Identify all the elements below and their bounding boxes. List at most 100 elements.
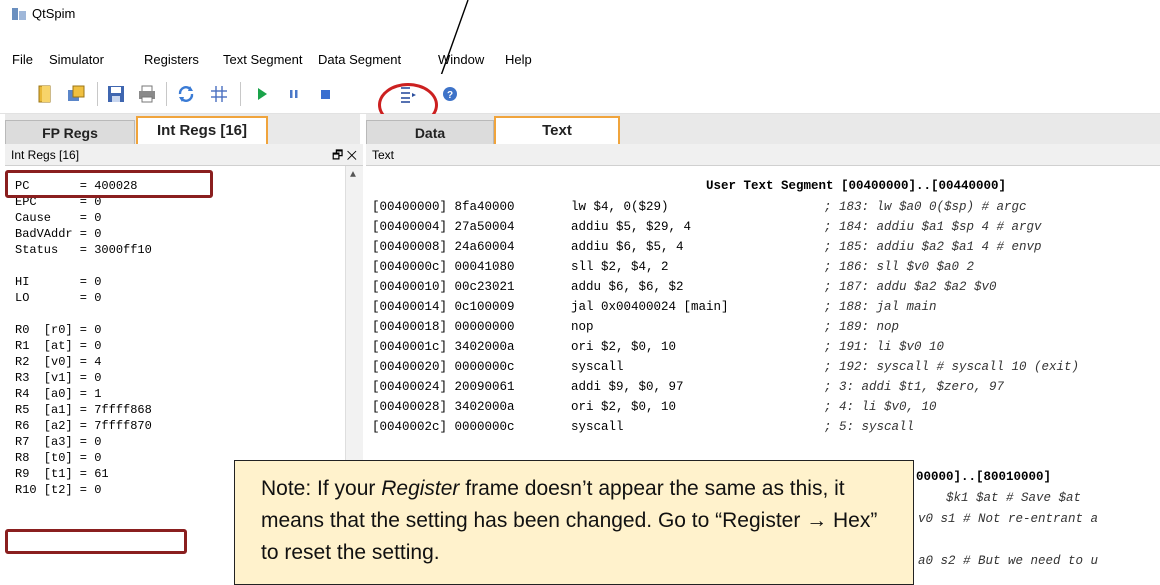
text-row-address: [0040000c] 00041080: [372, 260, 515, 274]
text-row-comment: ; 191: li $v0 10: [824, 340, 945, 354]
text-row-comment: ; 192: syscall # syscall 10 (exit): [824, 360, 1080, 374]
scroll-up-arrow-icon[interactable]: ▲: [350, 170, 356, 181]
register-r6: R6 [a2] = 7ffff870: [15, 419, 152, 433]
text-row-comment: ; 187: addu $a2 $a2 $v0: [824, 280, 997, 294]
text-row-comment: ; 183: lw $a0 0($sp) # argc: [824, 200, 1027, 214]
tab-int-regs[interactable]: Int Regs [16]: [136, 116, 268, 144]
menu-window[interactable]: Window: [438, 52, 484, 67]
register-r7: R7 [a3] = 0: [15, 435, 102, 449]
text-row-instruction: addi $9, $0, 97: [571, 380, 684, 394]
text-row-address: [00400014] 0c100009: [372, 300, 515, 314]
left-tab-strip: FP Regs Int Regs [16]: [5, 114, 360, 144]
text-row-instruction: syscall: [571, 420, 624, 434]
toolbar-separator: [97, 82, 98, 106]
register-status: Status = 3000ff10: [15, 243, 152, 257]
register-lo: LO = 0: [15, 291, 102, 305]
text-row-comment: ; 185: addiu $a2 $a1 4 # envp: [824, 240, 1042, 254]
run-icon[interactable]: [252, 84, 272, 104]
save-icon[interactable]: [106, 84, 126, 104]
text-row-instruction: nop: [571, 320, 594, 334]
right-tab-strip: Data Text: [366, 114, 1160, 144]
register-r1: R1 [at] = 0: [15, 339, 102, 353]
dock-float-close-buttons[interactable]: 🗗 ✕: [332, 144, 357, 166]
window-title: QtSpim: [32, 6, 76, 21]
register-badvaddr: BadVAddr = 0: [15, 227, 102, 241]
menu-data-segment[interactable]: Data Segment: [318, 52, 401, 67]
text-row-address: [0040002c] 0000000c: [372, 420, 515, 434]
text-row-comment: ; 3: addi $t1, $zero, 97: [824, 380, 1005, 394]
text-row-instruction: addiu $6, $5, 4: [571, 240, 684, 254]
register-r5: R5 [a1] = 7ffff868: [15, 403, 152, 417]
user-text-segment-header: User Text Segment [00400000]..[00440000]: [706, 179, 1007, 193]
register-cause: Cause = 0: [15, 211, 102, 225]
register-r9: R9 [t1] = 61: [15, 467, 109, 481]
menu-bar: File Simulator Registers Text Segment Da…: [0, 44, 1160, 74]
toolbar: ?: [0, 74, 1160, 114]
text-row-address: [00400008] 24a60004: [372, 240, 515, 254]
menu-help[interactable]: Help: [505, 52, 532, 67]
right-dock-header: Text: [366, 144, 1160, 166]
tab-fp-regs[interactable]: FP Regs: [5, 120, 135, 144]
highlight-box-r9: [5, 529, 187, 554]
qtspim-app-icon: [12, 8, 26, 20]
title-bar: QtSpim: [0, 0, 1160, 44]
menu-simulator[interactable]: Simulator: [49, 52, 104, 67]
menu-registers[interactable]: Registers: [144, 52, 199, 67]
register-r2: R2 [v0] = 4: [15, 355, 102, 369]
text-row-comment: ; 184: addiu $a1 $sp 4 # argv: [824, 220, 1042, 234]
toolbar-separator: [166, 82, 167, 106]
svg-text:?: ?: [447, 90, 453, 101]
toolbar-separator: [240, 82, 241, 106]
kernel-row-comment: a0 s2 # But we need to u: [918, 554, 1099, 568]
grid-icon[interactable]: [209, 84, 229, 104]
note-arrow-icon: →: [806, 509, 828, 532]
text-row-comment: ; 189: nop: [824, 320, 900, 334]
menu-text-segment[interactable]: Text Segment: [223, 52, 303, 67]
kernel-row-comment: $k1 $at # Save $at: [946, 491, 1082, 505]
register-r10: R10 [t2] = 0: [15, 483, 102, 497]
text-row-comment: ; 186: sll $v0 $a0 2: [824, 260, 975, 274]
text-row-instruction: lw $4, 0($29): [571, 200, 669, 214]
left-dock-title: Int Regs [16]: [11, 148, 80, 162]
text-row-address: [00400018] 00000000: [372, 320, 515, 334]
text-row-instruction: addu $6, $6, $2: [571, 280, 684, 294]
text-row-address: [00400028] 3402000a: [372, 400, 515, 414]
help-icon[interactable]: ?: [440, 84, 460, 104]
clear-icon[interactable]: [176, 84, 196, 104]
menu-file[interactable]: File: [12, 52, 33, 67]
text-row-instruction: syscall: [571, 360, 624, 374]
text-row-address: [00400024] 20090061: [372, 380, 515, 394]
text-row-address: [0040001c] 3402000a: [372, 340, 515, 354]
text-row-instruction: ori $2, $0, 10: [571, 340, 677, 354]
open-icon[interactable]: [36, 84, 56, 104]
text-row-comment: ; 188: jal main: [824, 300, 937, 314]
right-dock-title: Text: [372, 148, 395, 162]
highlight-box-pc: [5, 170, 213, 198]
register-r3: R3 [v1] = 0: [15, 371, 102, 385]
text-row-address: [00400010] 00c23021: [372, 280, 515, 294]
tab-text[interactable]: Text: [494, 116, 620, 144]
register-r8: R8 [t0] = 0: [15, 451, 102, 465]
text-row-instruction: sll $2, $4, 2: [571, 260, 669, 274]
register-r0: R0 [r0] = 0: [15, 323, 102, 337]
note-callout: Note: If your Register frame doesn’t app…: [234, 460, 914, 585]
text-row-address: [00400004] 27a50004: [372, 220, 515, 234]
kernel-row-comment: v0 s1 # Not re-entrant a: [918, 512, 1099, 526]
text-row-address: [00400020] 0000000c: [372, 360, 515, 374]
reload-icon[interactable]: [66, 84, 86, 104]
note-register-word: Register: [381, 477, 460, 500]
note-prefix: Note: If your: [261, 477, 382, 500]
text-row-address: [00400000] 8fa40000: [372, 200, 515, 214]
kernel-text-segment-header: 00000]..[80010000]: [916, 470, 1052, 484]
register-hi: HI = 0: [15, 275, 102, 289]
print-icon[interactable]: [137, 84, 157, 104]
stop-icon[interactable]: [316, 84, 336, 104]
text-row-instruction: ori $2, $0, 10: [571, 400, 677, 414]
pause-icon[interactable]: [284, 84, 304, 104]
tab-data[interactable]: Data: [366, 120, 494, 144]
text-row-instruction: jal 0x00400024 [main]: [571, 300, 729, 314]
left-dock-header: Int Regs [16] 🗗 ✕: [5, 144, 363, 166]
register-r4: R4 [a0] = 1: [15, 387, 102, 401]
text-row-comment: ; 4: li $v0, 10: [824, 400, 937, 414]
text-row-comment: ; 5: syscall: [824, 420, 915, 434]
